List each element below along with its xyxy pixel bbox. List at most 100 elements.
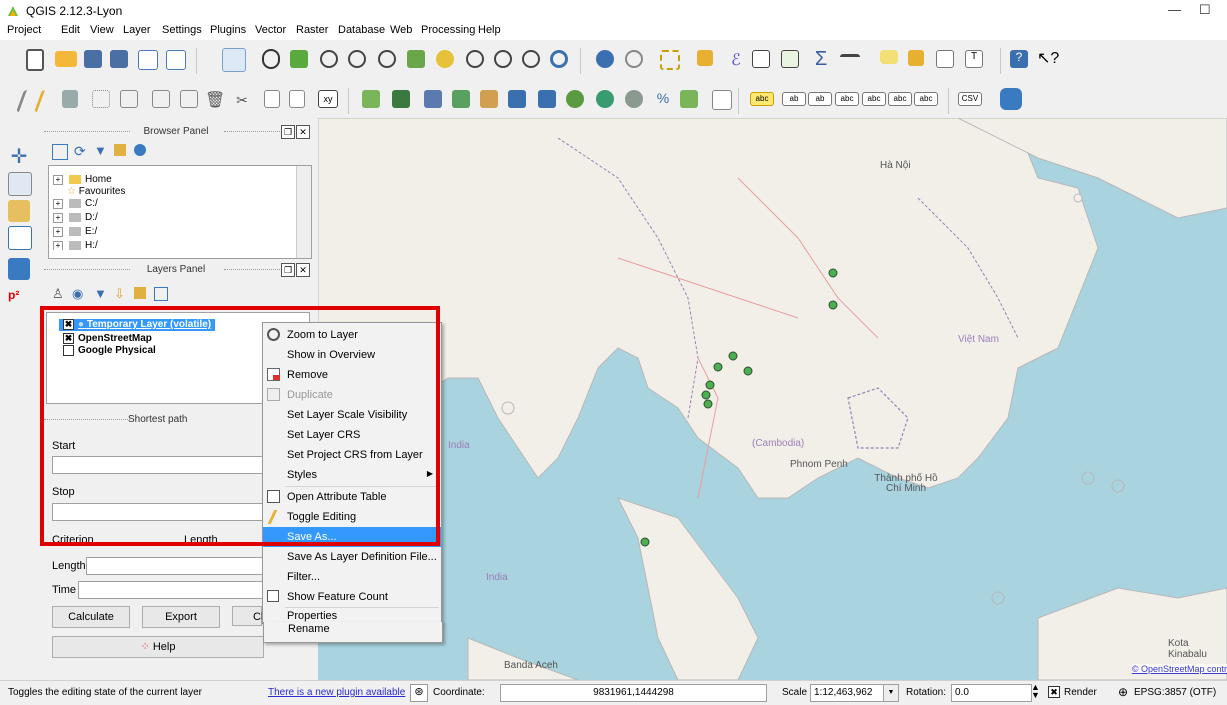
current-edits-icon[interactable] (15, 90, 32, 112)
style-manager-icon[interactable]: ♙ (52, 286, 64, 302)
tree-item-home[interactable]: + Home (53, 174, 112, 186)
add-virtual-layer-icon[interactable]: % (654, 90, 672, 108)
zoom-next-icon[interactable] (522, 50, 540, 68)
statistics-icon[interactable]: Σ (810, 48, 832, 70)
text-annotation-icon[interactable]: T (965, 50, 983, 68)
delete-selected-icon[interactable] (180, 90, 198, 108)
browser-scrollbar[interactable] (296, 166, 311, 258)
properties-icon[interactable] (134, 144, 146, 156)
copy-features-icon[interactable] (264, 90, 280, 108)
coordinate-field[interactable]: 9831961,1444298 (500, 684, 767, 702)
help-contents-icon[interactable]: ? (1010, 50, 1028, 68)
new-bookmark-icon[interactable] (908, 50, 924, 66)
float-icon[interactable]: ❐ (281, 263, 295, 277)
zoom-full-icon[interactable] (407, 50, 425, 68)
minimize-button[interactable]: — (1168, 2, 1181, 17)
change-label-icon[interactable]: abc (914, 92, 938, 106)
node-tool-icon[interactable] (152, 90, 170, 108)
zoom-in-icon[interactable] (320, 50, 338, 68)
open-project-icon[interactable] (55, 51, 77, 67)
menu-processing[interactable]: Processing (421, 24, 475, 36)
tree-item-d[interactable]: + D:/ (53, 212, 98, 224)
menu-plugins[interactable]: Plugins (210, 24, 246, 36)
add-mssql-layer-icon[interactable] (480, 90, 498, 108)
tree-item-favourites[interactable]: ☆ Favourites (67, 186, 125, 198)
python-console-icon[interactable] (1000, 88, 1022, 110)
add-vector-layer-icon[interactable] (362, 90, 380, 108)
cut-features-icon[interactable]: ✂ (234, 92, 250, 108)
paste-features-icon[interactable] (289, 90, 305, 108)
zoom-native-icon[interactable] (378, 50, 396, 68)
collapse-icon[interactable] (114, 144, 126, 156)
clear-button[interactable]: Cl (232, 606, 263, 626)
attribute-table-icon[interactable] (752, 50, 770, 68)
delete-icon[interactable]: 🗑 (205, 90, 225, 109)
save-as-icon[interactable] (110, 50, 128, 68)
collapse-all-icon[interactable] (134, 287, 146, 299)
show-hide-labels-icon[interactable]: abc (835, 92, 859, 106)
add-spatialite-layer-icon[interactable] (452, 90, 470, 108)
xy-tool-icon[interactable]: xy (318, 90, 338, 108)
refresh-icon[interactable] (550, 50, 568, 68)
plugin-update-link[interactable]: There is a new plugin available (268, 687, 405, 698)
tree-item-h[interactable]: + H:/ (53, 240, 98, 250)
menu-item-show-feature-count[interactable]: Show Feature Count (263, 587, 441, 607)
menu-vector[interactable]: Vector (255, 24, 286, 36)
coordinate-toggle-icon[interactable]: ⊛ (410, 684, 428, 702)
menu-item-rename[interactable]: Rename (263, 622, 443, 643)
rotation-field[interactable]: 0.0 (951, 684, 1032, 702)
identify-icon[interactable] (596, 50, 614, 68)
menu-layer[interactable]: Layer (123, 24, 151, 36)
move-label-icon[interactable]: abc (862, 92, 886, 106)
expression-select-icon[interactable]: ℰ (725, 50, 747, 72)
add-postgis-layer-icon[interactable] (424, 90, 442, 108)
menu-item-properties[interactable]: Properties (263, 602, 441, 622)
menu-web[interactable]: Web (390, 24, 412, 36)
pan-icon[interactable] (262, 49, 280, 69)
add-wfs-layer-icon[interactable] (596, 90, 614, 108)
add-group-icon[interactable]: ◉ (72, 286, 83, 302)
menu-help[interactable]: Help (478, 24, 501, 36)
gps-icon[interactable] (8, 200, 30, 222)
new-print-composer-icon[interactable] (138, 50, 158, 70)
add-oracle-layer-icon[interactable] (508, 90, 526, 108)
show-bookmarks-icon[interactable] (936, 50, 954, 68)
close-icon[interactable]: ✕ (296, 125, 310, 139)
new-shapefile-icon[interactable] (680, 90, 698, 108)
label-tool-icon[interactable]: abc (750, 92, 774, 106)
map-canvas[interactable]: India India (Cambodia) Phnom Penh Việt N… (318, 118, 1227, 680)
menu-edit[interactable]: Edit (61, 24, 80, 36)
field-calculator-icon[interactable] (781, 50, 799, 68)
add-delimited-text-icon[interactable] (625, 90, 643, 108)
chevron-down-icon[interactable]: ▼ (883, 685, 898, 701)
digitize-icon[interactable] (8, 172, 32, 196)
map-tips-icon[interactable] (880, 50, 898, 64)
zoom-out-icon[interactable] (348, 50, 366, 68)
save-project-icon[interactable] (84, 50, 102, 68)
menu-item-save-layer-definition[interactable]: Save As Layer Definition File... (263, 547, 441, 567)
composer-manager-icon[interactable] (166, 50, 186, 70)
measure-icon[interactable] (840, 54, 860, 61)
new-project-icon[interactable] (26, 49, 44, 71)
touch-zoom-icon[interactable] (222, 48, 246, 72)
calculate-button[interactable]: Calculate (52, 606, 130, 628)
osm-attribution[interactable]: © OpenStreetMap contr (1131, 664, 1227, 674)
toggle-editing-icon[interactable] (33, 90, 50, 112)
help-button[interactable]: ⁘ Help (52, 636, 264, 658)
menu-raster[interactable]: Raster (296, 24, 328, 36)
menu-view[interactable]: View (90, 24, 114, 36)
select-features-icon[interactable] (660, 50, 680, 70)
crs-label[interactable]: EPSG:3857 (OTF) (1134, 687, 1216, 698)
menu-item-filter[interactable]: Filter... (263, 567, 441, 587)
scale-field[interactable]: 1:12,463,962 ▼ (810, 684, 899, 702)
menu-project[interactable]: Project (7, 24, 41, 36)
export-button[interactable]: Export (142, 606, 220, 628)
expand-all-icon[interactable]: ⇩ (114, 286, 125, 302)
filter-legend-icon[interactable]: ▼ (94, 286, 107, 301)
pin-labels-icon[interactable]: ab (782, 92, 806, 106)
time-field[interactable] (78, 581, 264, 599)
maximize-button[interactable]: ☐ (1199, 2, 1211, 18)
menu-database[interactable]: Database (338, 24, 385, 36)
globe-icon[interactable]: ⊕ (1118, 685, 1128, 699)
deselect-icon[interactable] (697, 50, 713, 66)
